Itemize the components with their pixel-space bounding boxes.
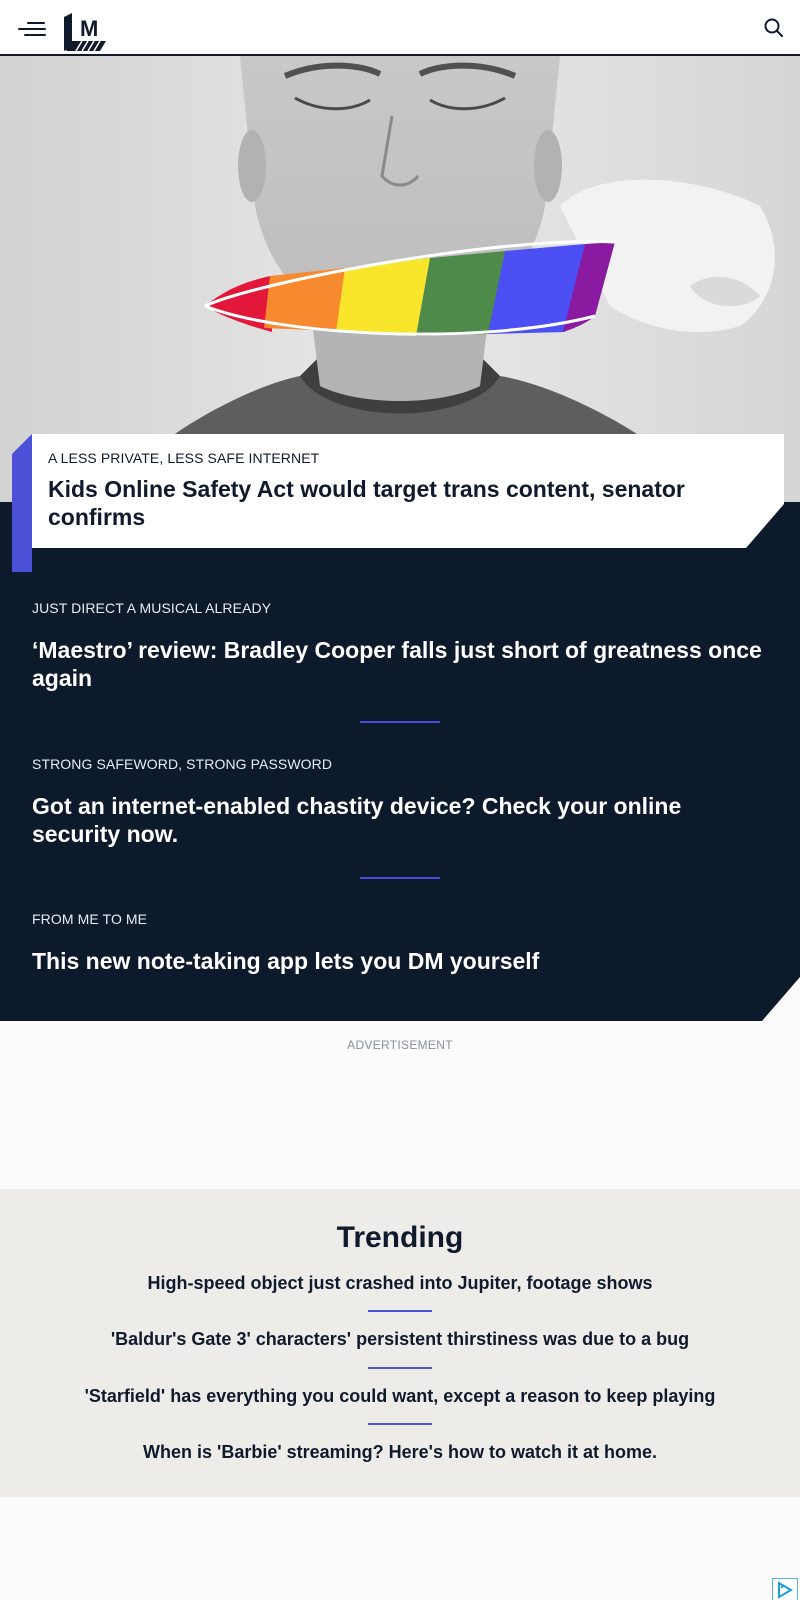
ad-choices-icon[interactable]: [772, 1578, 798, 1600]
story-kicker: STRONG SAFEWORD, STRONG PASSWORD: [32, 756, 333, 772]
story-title[interactable]: Got an internet-enabled chastity device?…: [32, 792, 772, 848]
logo-letter: M: [80, 16, 98, 41]
story-divider: [360, 877, 440, 879]
story-item[interactable]: FROM ME TO ME This new note-taking app l…: [32, 911, 772, 975]
trending-item[interactable]: 'Starfield' has everything you could wan…: [0, 1386, 800, 1407]
trending-title: Trending: [336, 1221, 464, 1254]
trending-item[interactable]: When is 'Barbie' streaming? Here's how t…: [0, 1442, 800, 1463]
lead-story-card[interactable]: A LESS PRIVATE, LESS SAFE INTERNET Kids …: [32, 434, 784, 548]
story-title[interactable]: This new note-taking app lets you DM you…: [32, 947, 772, 975]
trending-item[interactable]: 'Baldur's Gate 3' characters' persistent…: [0, 1329, 800, 1350]
story-divider: [360, 721, 440, 723]
trending-divider: [368, 1423, 432, 1425]
trending-item[interactable]: High-speed object just crashed into Jupi…: [0, 1273, 800, 1294]
story-title[interactable]: ‘Maestro’ review: Bradley Cooper falls j…: [32, 636, 772, 692]
lead-story-title[interactable]: Kids Online Safety Act would target tran…: [48, 475, 748, 531]
story-kicker: FROM ME TO ME: [32, 911, 148, 927]
advertisement-label: ADVERTISEMENT: [347, 1038, 453, 1052]
trending-section: Trending High-speed object just crashed …: [0, 1189, 800, 1497]
lead-card-accent: [12, 434, 32, 572]
story-kicker: JUST DIRECT A MUSICAL ALREADY: [32, 600, 272, 616]
story-item[interactable]: JUST DIRECT A MUSICAL ALREADY ‘Maestro’ …: [32, 600, 772, 692]
site-header: M: [0, 0, 800, 56]
trending-divider: [368, 1310, 432, 1312]
trending-divider: [368, 1367, 432, 1369]
lead-story-kicker: A LESS PRIVATE, LESS SAFE INTERNET: [48, 450, 320, 466]
story-item[interactable]: STRONG SAFEWORD, STRONG PASSWORD Got an …: [32, 756, 772, 848]
site-logo[interactable]: M: [62, 11, 110, 53]
search-icon[interactable]: [762, 16, 786, 40]
hamburger-menu-icon[interactable]: [18, 18, 48, 40]
